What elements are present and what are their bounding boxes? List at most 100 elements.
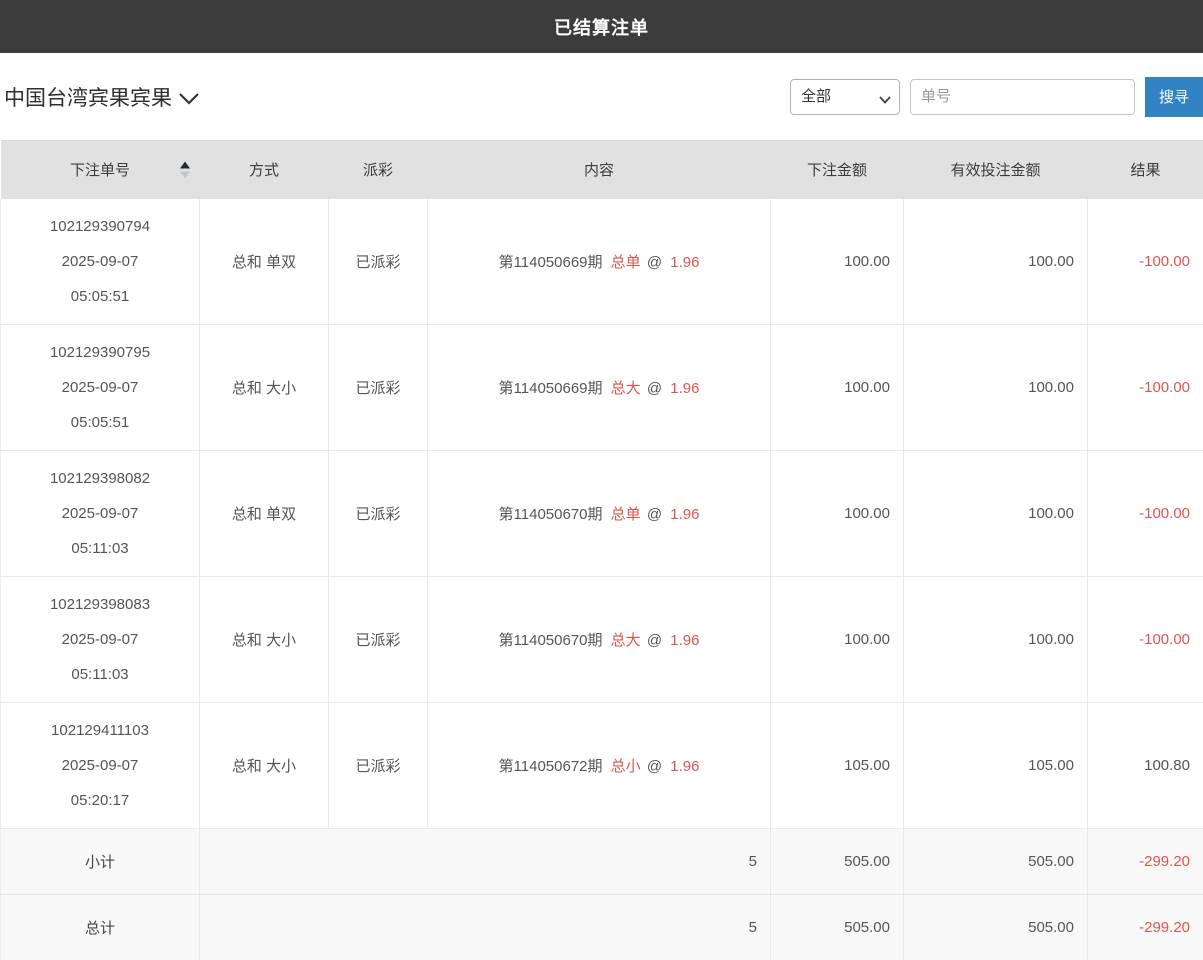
payout-cell: 已派彩 [329,577,428,703]
order-date: 2025-09-07 [1,244,199,279]
content-cell: 第114050670期 总大 @ 1.96 [428,577,771,703]
method-cell: 总和 大小 [200,577,329,703]
content-odds: 1.96 [670,632,699,649]
method-cell: 总和 单双 [200,199,329,325]
content-at-symbol: @ [647,506,662,523]
chevron-down-icon [178,92,200,105]
payout-cell: 已派彩 [329,325,428,451]
filter-select-wrap: 全部 [790,79,900,115]
order-time: 05:05:51 [1,279,199,314]
search-button[interactable]: 搜寻 [1145,77,1203,117]
col-header-valid-amount: 有效投注金额 [904,141,1088,199]
subtotal-bet-amount: 505.00 [771,829,904,895]
content-period: 第114050670期 [499,506,603,523]
toolbar: 中国台湾宾果宾果 全部 搜寻 [0,53,1203,140]
order-time: 05:11:03 [1,531,199,566]
total-bet-amount: 505.00 [771,895,904,960]
order-number-input[interactable] [910,79,1135,115]
result-cell: 100.80 [1088,703,1203,829]
total-result: -299.20 [1088,895,1203,960]
order-cell: 102129411103 2025-09-07 05:20:17 [1,703,200,829]
total-row: 总计 5 505.00 505.00 -299.20 [1,895,1203,960]
content-pick: 总单 [611,254,641,271]
content-odds: 1.96 [670,506,699,523]
order-date: 2025-09-07 [1,496,199,531]
table-row: 102129398082 2025-09-07 05:11:03 总和 单双 已… [1,451,1203,577]
subtotal-valid-amount: 505.00 [904,829,1088,895]
content-cell: 第114050669期 总单 @ 1.96 [428,199,771,325]
order-id: 102129398082 [1,461,199,496]
col-header-label: 下注单号 [70,162,130,179]
content-pick: 总单 [611,506,641,523]
content-cell: 第114050669期 总大 @ 1.96 [428,325,771,451]
method-cell: 总和 大小 [200,325,329,451]
order-cell: 102129390795 2025-09-07 05:05:51 [1,325,200,451]
page-title: 已结算注单 [554,14,649,40]
payout-cell: 已派彩 [329,199,428,325]
order-cell: 102129398082 2025-09-07 05:11:03 [1,451,200,577]
bet-amount-cell: 100.00 [771,199,904,325]
content-odds: 1.96 [670,758,699,775]
bet-amount-cell: 100.00 [771,451,904,577]
order-date: 2025-09-07 [1,370,199,405]
game-selector-label: 中国台湾宾果宾果 [4,82,172,112]
bet-amount-cell: 100.00 [771,325,904,451]
content-odds: 1.96 [670,254,699,271]
order-time: 05:20:17 [1,783,199,818]
bet-amount-cell: 100.00 [771,577,904,703]
order-id: 102129390794 [1,209,199,244]
order-id: 102129398083 [1,587,199,622]
table-header-row: 下注单号 方式 派彩 内容 下注金额 有效投注金额 结果 [1,141,1203,199]
method-cell: 总和 大小 [200,703,329,829]
col-header-method: 方式 [200,141,329,199]
content-pick: 总大 [611,380,641,397]
filter-select[interactable]: 全部 [790,79,900,115]
result-cell: -100.00 [1088,199,1203,325]
order-cell: 102129398083 2025-09-07 05:11:03 [1,577,200,703]
content-pick: 总小 [611,758,641,775]
table-row: 102129390795 2025-09-07 05:05:51 总和 大小 已… [1,325,1203,451]
method-cell: 总和 单双 [200,451,329,577]
order-time: 05:05:51 [1,405,199,440]
title-bar: 已结算注单 [0,0,1203,53]
content-cell: 第114050672期 总小 @ 1.96 [428,703,771,829]
table-row: 102129398083 2025-09-07 05:11:03 总和 大小 已… [1,577,1203,703]
order-id: 102129411103 [1,713,199,748]
content-at-symbol: @ [647,380,662,397]
valid-amount-cell: 105.00 [904,703,1088,829]
content-at-symbol: @ [647,254,662,271]
col-header-order-id[interactable]: 下注单号 [1,141,200,199]
bet-amount-cell: 105.00 [771,703,904,829]
table-row: 102129411103 2025-09-07 05:20:17 总和 大小 已… [1,703,1203,829]
order-cell: 102129390794 2025-09-07 05:05:51 [1,199,200,325]
valid-amount-cell: 100.00 [904,577,1088,703]
subtotal-label: 小计 [1,829,200,895]
col-header-content: 内容 [428,141,771,199]
search-controls: 全部 搜寻 [790,77,1203,117]
valid-amount-cell: 100.00 [904,199,1088,325]
content-period: 第114050669期 [499,380,603,397]
content-odds: 1.96 [670,380,699,397]
table-row: 102129390794 2025-09-07 05:05:51 总和 单双 已… [1,199,1203,325]
total-label: 总计 [1,895,200,960]
sort-desc-icon [180,171,190,178]
sort-control[interactable] [180,161,190,178]
order-time: 05:11:03 [1,657,199,692]
col-header-bet-amount: 下注金额 [771,141,904,199]
result-cell: -100.00 [1088,325,1203,451]
result-cell: -100.00 [1088,577,1203,703]
result-cell: -100.00 [1088,451,1203,577]
game-selector[interactable]: 中国台湾宾果宾果 [4,82,200,112]
valid-amount-cell: 100.00 [904,451,1088,577]
content-period: 第114050672期 [499,758,603,775]
content-pick: 总大 [611,632,641,649]
col-header-result: 结果 [1088,141,1203,199]
content-at-symbol: @ [647,758,662,775]
settled-bets-table: 下注单号 方式 派彩 内容 下注金额 有效投注金额 结果 10212939079… [0,140,1203,960]
subtotal-result: -299.20 [1088,829,1203,895]
subtotal-count: 5 [200,829,771,895]
order-id: 102129390795 [1,335,199,370]
content-period: 第114050670期 [499,632,603,649]
col-header-payout: 派彩 [329,141,428,199]
content-cell: 第114050670期 总单 @ 1.96 [428,451,771,577]
